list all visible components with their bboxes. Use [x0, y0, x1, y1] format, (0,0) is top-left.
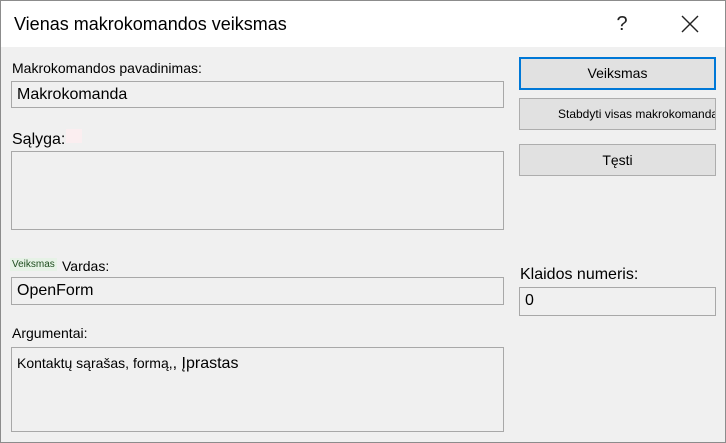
arguments-value-main: Kontaktų sąrašas, formą,: [17, 355, 173, 371]
decorative-highlight: [66, 129, 82, 143]
action-hint-tag: Veiksmas: [10, 258, 57, 271]
macro-name-label: Makrokomandos pavadinimas:: [12, 60, 202, 76]
condition-field[interactable]: [11, 151, 504, 230]
continue-button[interactable]: Tęsti: [519, 144, 716, 176]
action-name-field[interactable]: OpenForm: [11, 277, 504, 305]
window-title: Vienas makrokomandos veiksmas: [14, 14, 287, 34]
step-button[interactable]: Veiksmas: [519, 57, 716, 90]
action-name-label: Vardas:: [62, 258, 110, 274]
stop-all-macros-button[interactable]: Stabdyti visas makrokomandas: [519, 98, 716, 130]
arguments-field[interactable]: Kontaktų sąrašas, formą,, Įprastas: [11, 347, 504, 432]
close-button[interactable]: [673, 9, 707, 39]
error-number-field[interactable]: 0: [519, 287, 716, 316]
title-bar: Vienas makrokomandos veiksmas ?: [1, 1, 725, 47]
single-step-dialog: Vienas makrokomandos veiksmas ? Makrokom…: [0, 0, 726, 443]
arguments-label: Argumentai:: [12, 325, 88, 341]
condition-label: Sąlyga:: [12, 131, 66, 148]
help-button[interactable]: ?: [605, 7, 639, 41]
arguments-value-suffix: , Įprastas: [172, 355, 239, 372]
close-icon: [681, 15, 699, 33]
macro-name-field[interactable]: Makrokomanda: [11, 81, 504, 108]
error-number-label: Klaidos numeris:: [520, 266, 639, 283]
